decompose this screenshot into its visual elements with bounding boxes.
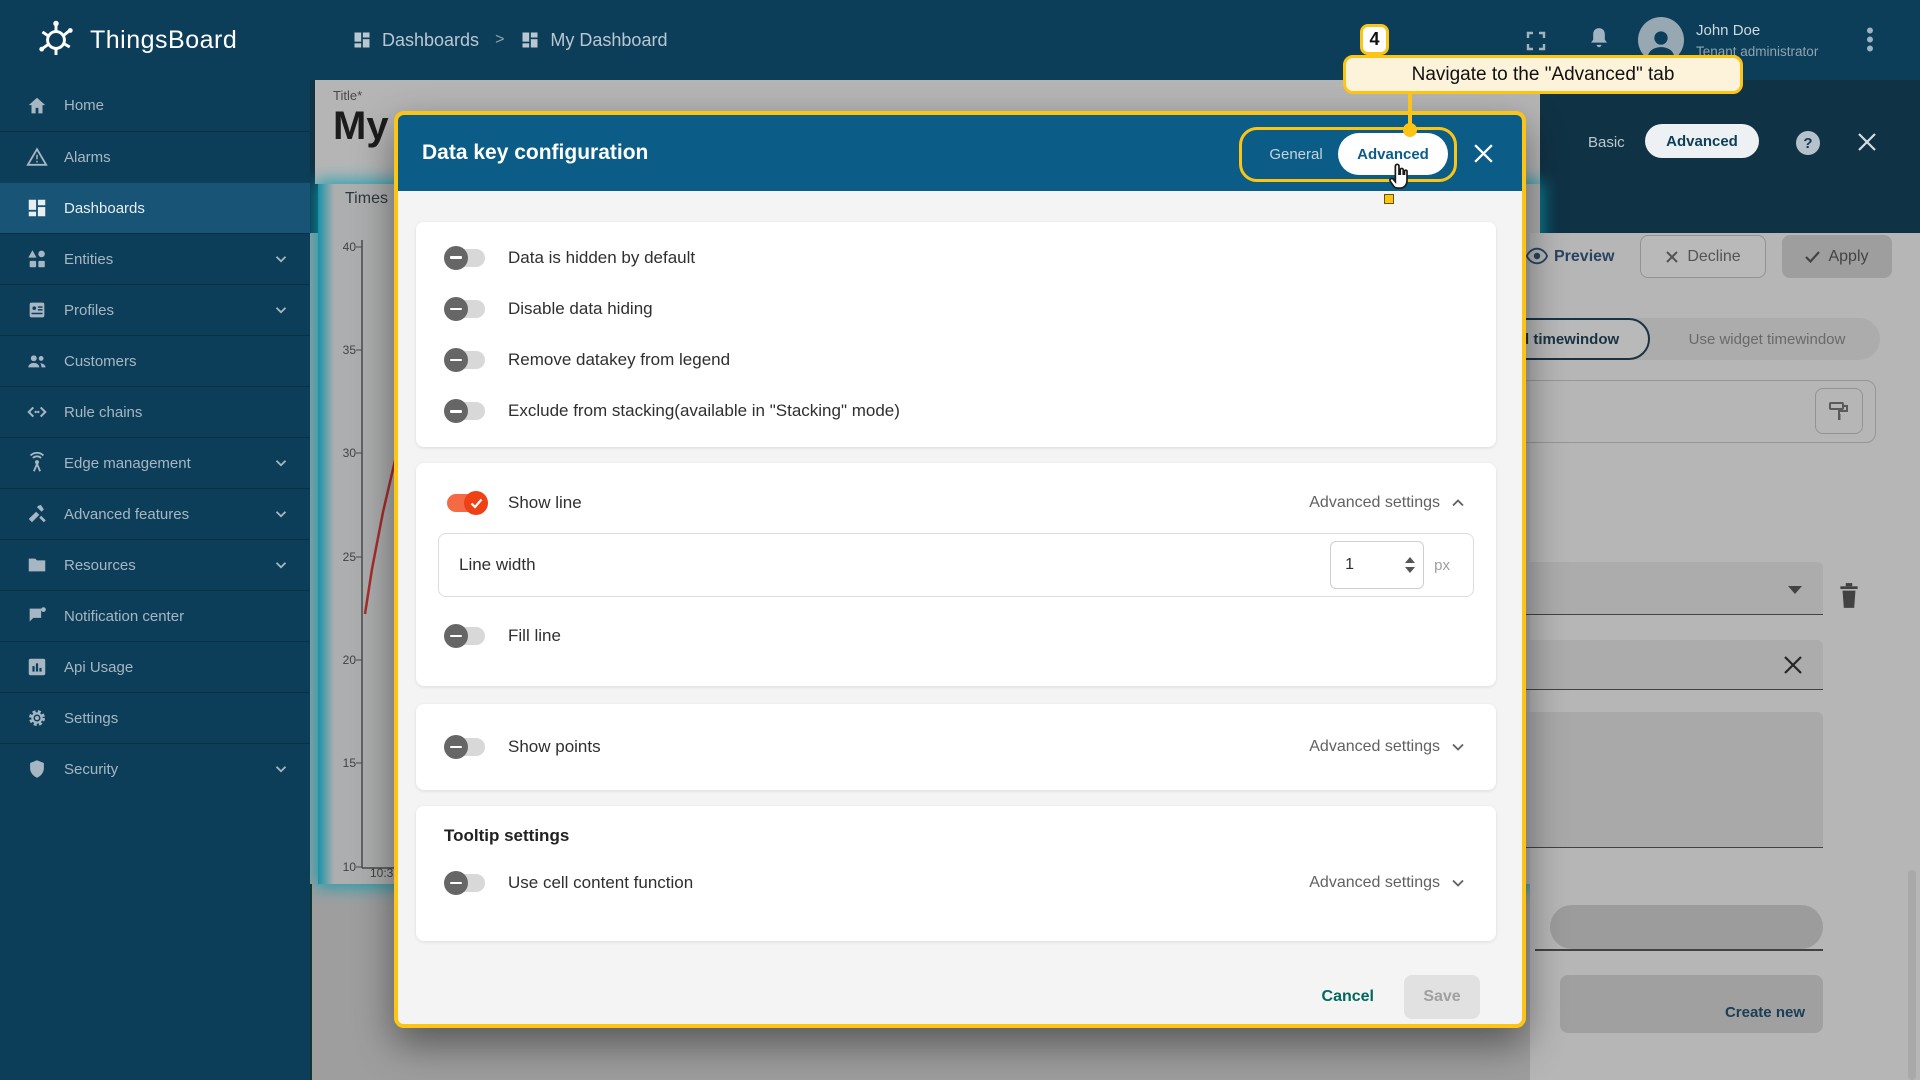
show-points-toggle[interactable] <box>444 735 488 759</box>
remove-datakey-legend-toggle[interactable] <box>444 348 488 372</box>
show-line-advanced-settings[interactable]: Advanced settings <box>1309 493 1468 513</box>
chevron-up-icon <box>1448 493 1468 513</box>
toggle-row-hidden-by-default: Data is hidden by default <box>416 246 1496 270</box>
check-icon <box>470 498 483 509</box>
rule-chains-icon <box>26 401 48 423</box>
fill-line-row: Fill line <box>416 607 1496 665</box>
exclude-stacking-toggle[interactable] <box>444 399 488 423</box>
dashboards-icon <box>26 197 48 219</box>
sidebar-item-alarms[interactable]: Alarms <box>0 131 310 182</box>
tools-icon <box>26 503 48 525</box>
app-name: ThingsBoard <box>90 26 237 55</box>
customers-icon <box>26 350 48 372</box>
sidebar-item-home[interactable]: Home <box>0 80 310 131</box>
dialog-title: Data key configuration <box>422 115 648 191</box>
use-cell-content-toggle[interactable] <box>444 871 488 895</box>
show-line-row: Show line Advanced settings <box>416 477 1496 529</box>
breadcrumb-separator: > <box>495 31 504 49</box>
disable-data-hiding-toggle[interactable] <box>444 297 488 321</box>
line-width-label: Line width <box>459 555 536 575</box>
chevron-down-icon <box>1448 737 1468 757</box>
panel-close-icon[interactable] <box>1856 131 1878 153</box>
mode-advanced-pill[interactable]: Advanced <box>1645 124 1759 158</box>
tutorial-step-badge: 4 <box>1360 24 1389 55</box>
sidebar-item-profiles[interactable]: Profiles <box>0 284 310 335</box>
thingsboard-app: Title* My Times 10:3 40 35 30 25 20 15 1… <box>0 0 1920 1080</box>
line-width-unit: px <box>1434 557 1450 574</box>
dashboards-icon <box>352 30 372 50</box>
tutorial-callout: Navigate to the "Advanced" tab <box>1343 55 1743 94</box>
tooltip-settings-card: Tooltip settings Use cell content functi… <box>416 806 1496 941</box>
dialog-footer: Cancel Save <box>416 975 1496 1019</box>
sidebar-item-settings[interactable]: Settings <box>0 692 310 743</box>
show-line-toggle[interactable] <box>444 491 488 515</box>
cancel-button[interactable]: Cancel <box>1322 988 1374 1006</box>
sidebar: Home Alarms Dashboards Entities Profiles… <box>0 80 310 1080</box>
dialog-body: Data is hidden by default Disable data h… <box>398 191 1522 1028</box>
tooltip-advanced-settings[interactable]: Advanced settings <box>1309 873 1468 893</box>
data-hidden-toggle[interactable] <box>444 246 488 270</box>
show-points-card: Show points Advanced settings <box>416 704 1496 790</box>
line-width-field: Line width 1 px <box>438 533 1474 597</box>
line-width-input[interactable]: 1 <box>1330 541 1424 589</box>
notification-icon <box>26 605 48 627</box>
chevron-down-icon <box>272 301 290 319</box>
dialog-close-icon[interactable] <box>1472 142 1495 165</box>
gear-icon <box>26 707 48 729</box>
sidebar-item-security[interactable]: Security <box>0 743 310 794</box>
antenna-icon <box>26 452 48 474</box>
use-cell-content-row: Use cell content function Advanced setti… <box>416 846 1496 920</box>
thingsboard-logo-icon <box>34 18 78 62</box>
breadcrumb-dashboards[interactable]: Dashboards <box>382 30 479 51</box>
sidebar-item-entities[interactable]: Entities <box>0 233 310 284</box>
sidebar-item-edge-management[interactable]: Edge management <box>0 437 310 488</box>
sidebar-item-notification-center[interactable]: Notification center <box>0 590 310 641</box>
dashboard-icon <box>520 30 540 50</box>
sidebar-item-dashboards[interactable]: Dashboards <box>0 182 310 233</box>
entities-icon <box>26 248 48 270</box>
data-key-configuration-dialog: Data key configuration General Advanced … <box>394 111 1526 1028</box>
notifications-bell-icon[interactable] <box>1586 26 1612 54</box>
chevron-down-icon <box>272 505 290 523</box>
user-name: John Doe <box>1696 22 1760 39</box>
chevron-down-icon <box>272 250 290 268</box>
tutorial-connector-dot <box>1403 123 1417 137</box>
chevron-down-icon <box>1448 873 1468 893</box>
fill-line-toggle[interactable] <box>444 624 488 648</box>
save-button[interactable]: Save <box>1404 975 1480 1019</box>
hand-cursor-icon <box>1384 162 1414 196</box>
profiles-icon <box>26 299 48 321</box>
sidebar-item-rule-chains[interactable]: Rule chains <box>0 386 310 437</box>
show-line-card: Show line Advanced settings Line width 1… <box>416 463 1496 686</box>
warning-icon <box>26 146 48 168</box>
visibility-settings-card: Data is hidden by default Disable data h… <box>416 222 1496 447</box>
tutorial-tab-highlight <box>1239 127 1457 182</box>
chevron-down-icon <box>272 556 290 574</box>
home-icon <box>26 95 48 117</box>
shield-icon <box>26 758 48 780</box>
folder-icon <box>26 554 48 576</box>
toggle-row-disable-hiding: Disable data hiding <box>416 297 1496 321</box>
logo[interactable]: ThingsBoard <box>34 18 237 62</box>
breadcrumb-my-dashboard[interactable]: My Dashboard <box>550 30 667 51</box>
number-stepper[interactable] <box>1405 557 1415 573</box>
sidebar-item-resources[interactable]: Resources <box>0 539 310 590</box>
sidebar-item-api-usage[interactable]: Api Usage <box>0 641 310 692</box>
mode-basic-label[interactable]: Basic <box>1588 134 1625 151</box>
show-points-advanced-settings[interactable]: Advanced settings <box>1309 737 1468 757</box>
chevron-down-icon <box>272 760 290 778</box>
sidebar-item-customers[interactable]: Customers <box>0 335 310 386</box>
sidebar-item-advanced-features[interactable]: Advanced features <box>0 488 310 539</box>
breadcrumb: Dashboards > My Dashboard <box>352 0 667 80</box>
kebab-menu-icon[interactable]: ••• <box>1864 26 1876 53</box>
chevron-down-icon <box>272 454 290 472</box>
toggle-row-remove-from-legend: Remove datakey from legend <box>416 348 1496 372</box>
tooltip-settings-header: Tooltip settings <box>416 826 1496 846</box>
bar-chart-icon <box>26 656 48 678</box>
show-points-row: Show points Advanced settings <box>416 735 1496 759</box>
dialog-header: Data key configuration General Advanced <box>398 115 1522 191</box>
toggle-row-exclude-stacking: Exclude from stacking(available in "Stac… <box>416 399 1496 423</box>
fullscreen-icon[interactable] <box>1524 29 1548 53</box>
help-button[interactable]: ? <box>1796 131 1820 155</box>
